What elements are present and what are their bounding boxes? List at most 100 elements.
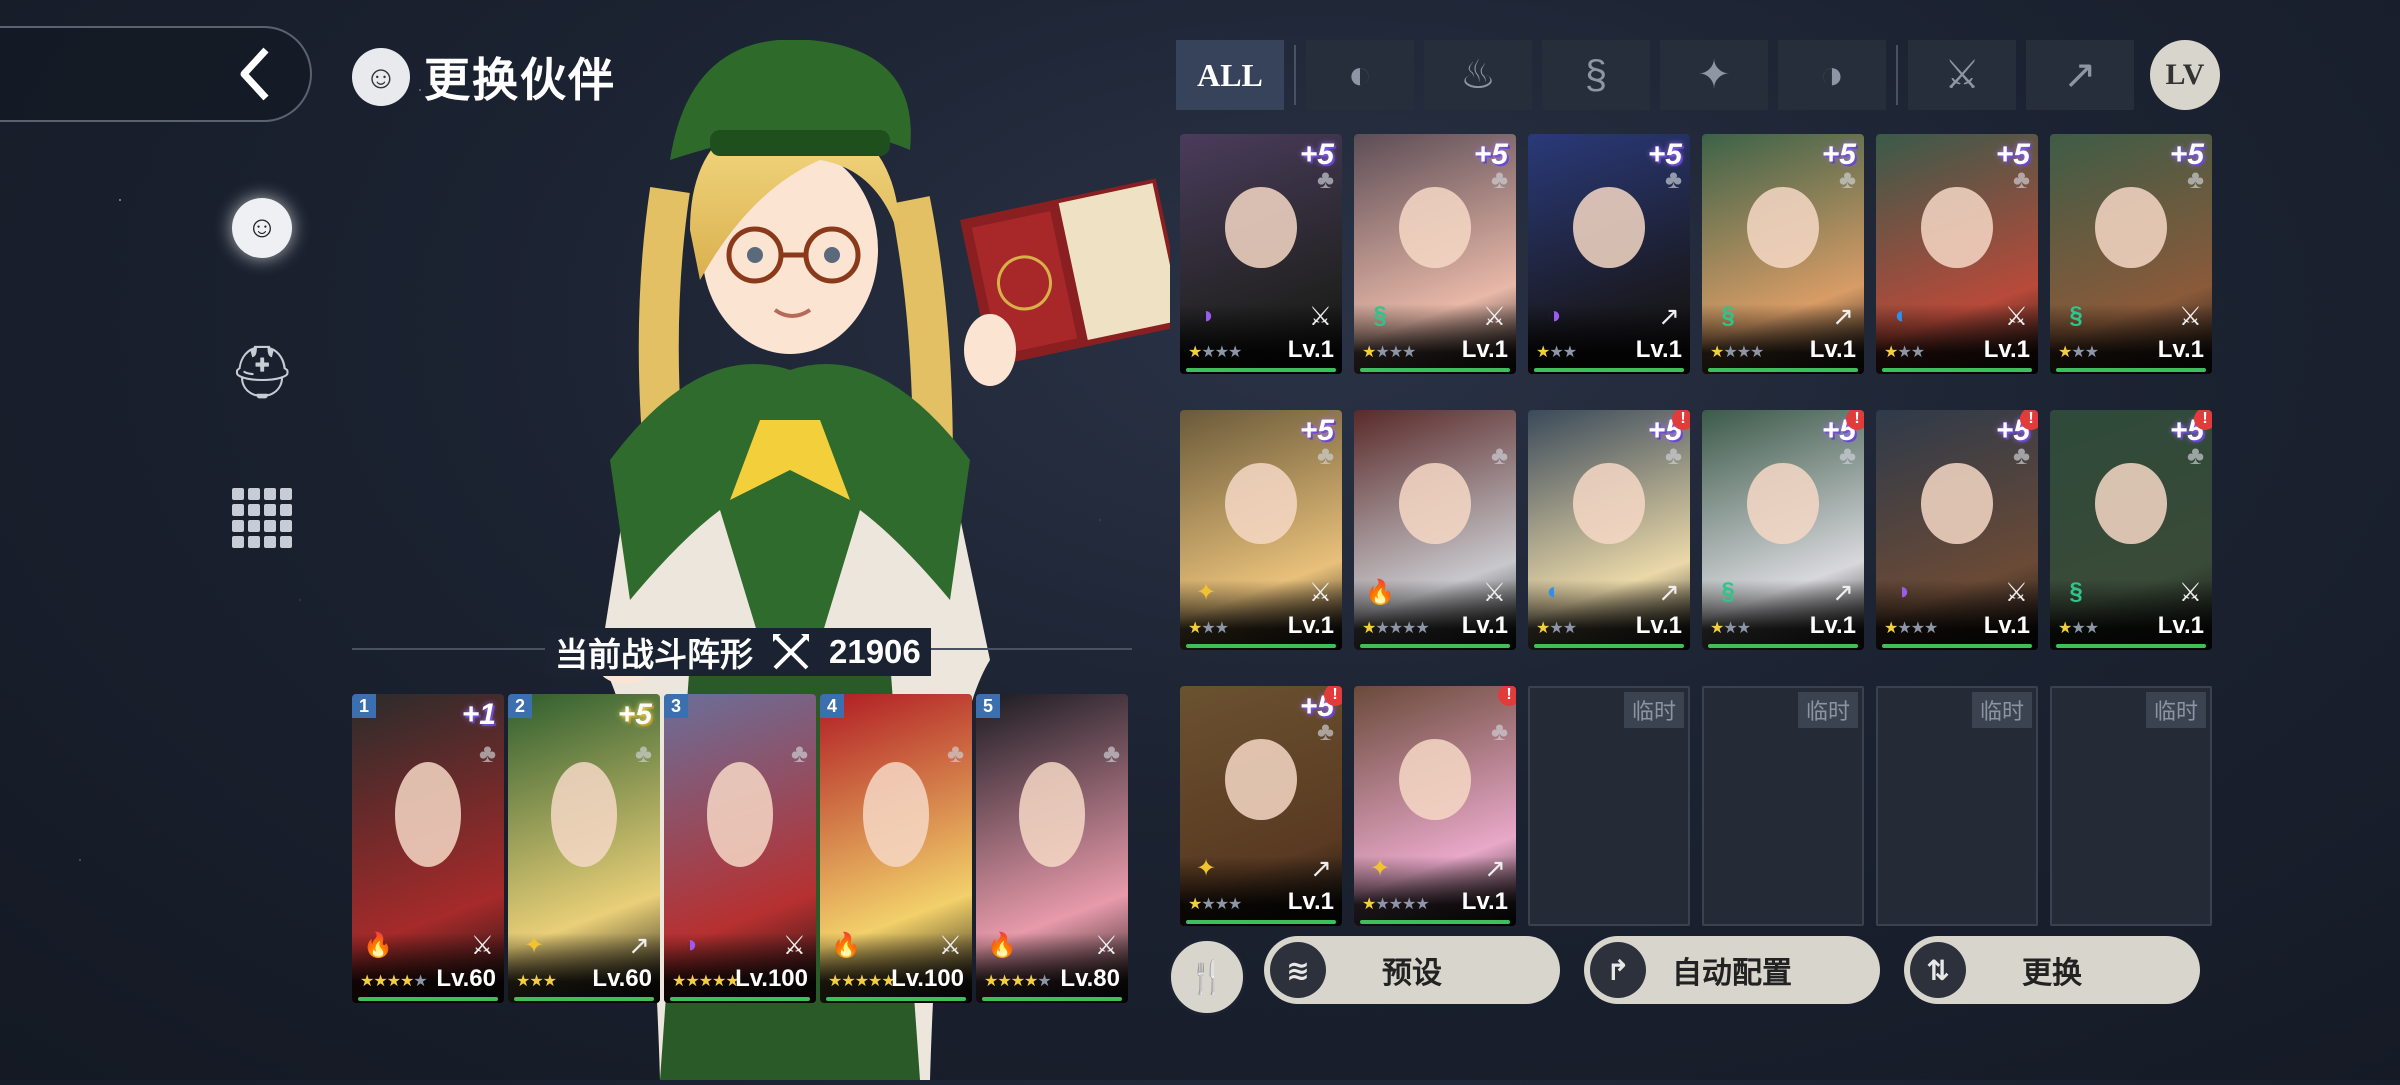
companion-card[interactable]: +5 ♣! § ↗ ★★★ Lv.1 <box>1702 410 1864 650</box>
chevron-left-icon <box>240 47 269 101</box>
temporary-tag: 临时 <box>2145 692 2206 728</box>
star-icon: ★ <box>1188 344 1202 361</box>
companion-card[interactable]: +5 ♣ ◑ ↗ ★★★ Lv.1 <box>1528 134 1690 374</box>
companion-card[interactable]: +5 ♣ ◐ ⚔ ★★★ Lv.1 <box>1876 134 2038 374</box>
team-member-card[interactable]: 2 +5 ♣ ✦ ↗ ★★★ Lv.60 <box>508 694 660 1003</box>
level-label: Lv.1 <box>1287 612 1334 639</box>
star-icon: ★ <box>672 973 686 990</box>
sword-icon: ⚔ <box>470 930 494 960</box>
level-label: Lv.1 <box>1809 336 1856 363</box>
star-icon: ★ <box>1024 973 1038 990</box>
sword-icon: ⚔ <box>1094 930 1118 960</box>
sword-icon: ⚔ <box>1482 577 1506 607</box>
portrait-face <box>1399 186 1471 269</box>
star-icon: ★ <box>373 973 387 990</box>
enhance-badge: +5 <box>617 698 652 731</box>
level-label: Lv.1 <box>1983 336 2030 363</box>
character-head-icon: ☺ <box>352 48 410 106</box>
star-icon: ★ <box>1228 896 1242 913</box>
star-icon: ★ <box>1362 620 1376 637</box>
fire-element-icon: 🔥 <box>987 931 1017 959</box>
filter-dark-button[interactable]: ◑ <box>1778 40 1886 110</box>
empty-slot[interactable]: 临时 <box>2050 686 2212 926</box>
level-label: Lv.60 <box>592 965 652 992</box>
empty-slot[interactable]: 临时 <box>1528 686 1690 926</box>
companion-card[interactable]: +5 ♣! ✦ ↗ ★★★★ Lv.1 <box>1180 686 1342 926</box>
companion-card[interactable]: +5 ♣ § ↗ ★★★★ Lv.1 <box>1702 134 1864 374</box>
fire-element-icon: 🔥 <box>363 931 393 959</box>
filter-spear-button[interactable]: ↗ <box>2026 40 2134 110</box>
preset-button[interactable]: ≋ 预设 <box>1264 936 1560 1004</box>
exp-bar <box>1186 368 1336 372</box>
portrait-face <box>1399 462 1471 545</box>
team-member-card[interactable]: 3 ♣ ◑ ⚔ ★★★★★ Lv.100 <box>664 694 816 1003</box>
sort-level-button[interactable]: LV <box>2150 40 2220 110</box>
swap-button[interactable]: ⇅ 更换 <box>1904 936 2200 1004</box>
fire-element-icon: 🔥 <box>1365 578 1395 606</box>
star-icon: ★ <box>413 973 427 990</box>
arrow-turn-icon: ↱ <box>1590 942 1646 998</box>
sword-icon: ⚔ <box>2004 577 2028 607</box>
star-icon: ★ <box>2058 344 2072 361</box>
companion-card[interactable]: +5 ♣! ◑ ⚔ ★★★★ Lv.1 <box>1876 410 2038 650</box>
star-icon: ★ <box>1415 620 1429 637</box>
filter-light-button[interactable]: ✦ <box>1660 40 1768 110</box>
star-rating: ★★★ <box>2058 342 2099 362</box>
star-icon: ★ <box>1736 620 1751 637</box>
companion-card[interactable]: ♣! ✦ ↗ ★★★★★ Lv.1 <box>1354 686 1516 926</box>
nav-equipment-tab[interactable]: ⛑ <box>229 340 295 404</box>
nav-companion-tab[interactable]: ☺ <box>230 196 294 260</box>
back-button[interactable] <box>0 26 312 122</box>
companion-card[interactable]: +5 ♣ ◑ ⚔ ★★★★ Lv.1 <box>1180 134 1342 374</box>
portrait-face <box>2095 462 2167 545</box>
filter-all-button[interactable]: ALL <box>1176 40 1284 110</box>
level-label: Lv.100 <box>735 965 808 992</box>
level-label: Lv.1 <box>1983 612 2030 639</box>
star-icon: ★ <box>1549 344 1563 361</box>
portrait-face <box>706 761 774 868</box>
water-element-icon: ◐ <box>1347 52 1373 97</box>
empty-slot[interactable]: 临时 <box>1702 686 1864 926</box>
nav-formation-tab[interactable] <box>230 486 294 550</box>
wind-element-icon: § <box>1584 52 1608 97</box>
dark-element-icon: ◑ <box>1546 302 1562 329</box>
exp-bar <box>1186 920 1336 924</box>
filter-wind-button[interactable]: § <box>1542 40 1650 110</box>
team-member-card[interactable]: 1 +1 ♣ 🔥 ⚔ ★★★★★ Lv.60 <box>352 694 504 1003</box>
level-label: Lv.1 <box>1461 336 1508 363</box>
exp-bar <box>826 997 966 1001</box>
auto-config-button[interactable]: ↱ 自动配置 <box>1584 936 1880 1004</box>
portrait-face <box>862 761 930 868</box>
companion-card[interactable]: +5 ♣! § ⚔ ★★★ Lv.1 <box>2050 410 2212 650</box>
star-icon: ★ <box>1362 896 1376 913</box>
star-icon: ★ <box>1214 620 1229 637</box>
companion-card[interactable]: +5 ♣ § ⚔ ★★★★ Lv.1 <box>1354 134 1516 374</box>
sword-icon: ⚔ <box>938 930 962 960</box>
companion-card[interactable]: +5 ♣ ✦ ⚔ ★★★ Lv.1 <box>1180 410 1342 650</box>
team-member-card[interactable]: 4 ♣ 🔥 ⚔ ★★★★★ Lv.100 <box>820 694 972 1003</box>
formation-title: 当前战斗阵形 <box>555 636 753 673</box>
companion-card[interactable]: ♣ 🔥 ⚔ ★★★★★ Lv.1 <box>1354 410 1516 650</box>
empty-slot[interactable]: 临时 <box>1876 686 2038 926</box>
level-label: Lv.1 <box>2157 612 2204 639</box>
utensils-button[interactable]: 🍴 <box>1168 938 1246 1016</box>
filter-sword-button[interactable]: ⚔ <box>1908 40 2016 110</box>
star-rating: ★★★ <box>1536 342 1577 362</box>
filter-water-button[interactable]: ◐ <box>1306 40 1414 110</box>
fire-element-icon: ♨ <box>1460 53 1496 97</box>
exp-bar <box>1534 368 1684 372</box>
swap-arrows-icon: ⇅ <box>1910 942 1966 998</box>
portrait-face <box>1573 462 1645 545</box>
level-label: Lv.1 <box>2157 336 2204 363</box>
star-icon: ★ <box>1723 344 1737 361</box>
star-icon: ★ <box>1910 620 1925 637</box>
companion-card[interactable]: +5 ♣ § ⚔ ★★★ Lv.1 <box>2050 134 2212 374</box>
auto-config-button-label: 自动配置 <box>1672 957 1792 990</box>
clover-icon: ♣ <box>2186 164 2204 194</box>
companion-card[interactable]: +5 ♣! ◐ ↗ ★★★ Lv.1 <box>1528 410 1690 650</box>
star-icon: ★ <box>1402 896 1416 913</box>
team-member-card[interactable]: 5 ♣ 🔥 ⚔ ★★★★★ Lv.80 <box>976 694 1128 1003</box>
exp-bar <box>982 997 1122 1001</box>
star-icon: ★ <box>1201 344 1215 361</box>
filter-fire-button[interactable]: ♨ <box>1424 40 1532 110</box>
